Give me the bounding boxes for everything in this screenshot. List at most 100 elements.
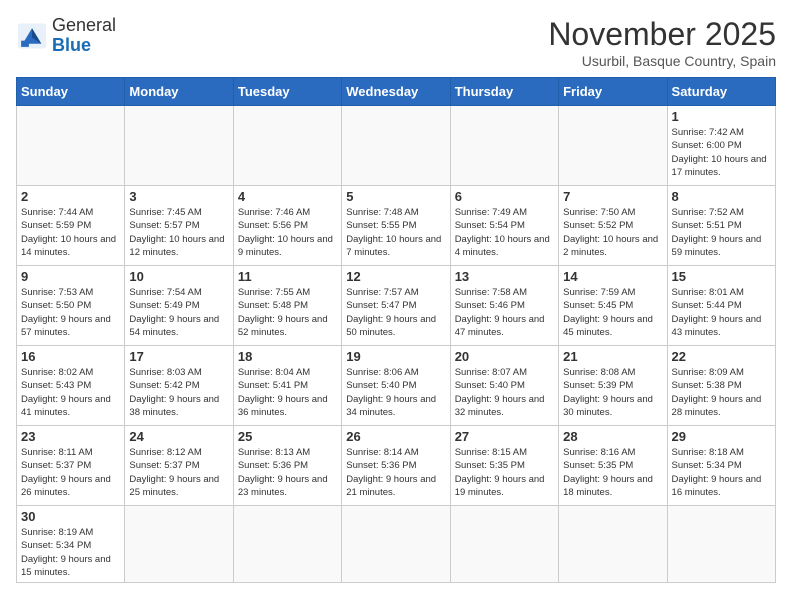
day-number: 7 [563,189,662,204]
day-info: Sunrise: 7:58 AM Sunset: 5:46 PM Dayligh… [455,286,554,339]
day-number: 22 [672,349,771,364]
calendar-cell: 26 Sunrise: 8:14 AM Sunset: 5:36 PM Dayli… [342,426,450,506]
day-number: 29 [672,429,771,444]
day-info: Sunrise: 8:14 AM Sunset: 5:36 PM Dayligh… [346,446,445,499]
day-info: Sunrise: 8:09 AM Sunset: 5:38 PM Dayligh… [672,366,771,419]
day-info: Sunrise: 7:52 AM Sunset: 5:51 PM Dayligh… [672,206,771,259]
day-info: Sunrise: 7:48 AM Sunset: 5:55 PM Dayligh… [346,206,445,259]
calendar-cell: 19Sunrise: 8:06 AM Sunset: 5:40 PM Dayli… [342,346,450,426]
col-thursday: Thursday [450,78,558,106]
day-info: Sunrise: 7:57 AM Sunset: 5:47 PM Dayligh… [346,286,445,339]
month-title: November 2025 [548,16,776,53]
calendar-cell: 13Sunrise: 7:58 AM Sunset: 5:46 PM Dayli… [450,266,558,346]
day-info: Sunrise: 8:15 AM Sunset: 5:35 PM Dayligh… [455,446,554,499]
day-info: Sunrise: 7:55 AM Sunset: 5:48 PM Dayligh… [238,286,337,339]
calendar-cell [559,506,667,583]
calendar-cell [233,506,341,583]
day-info: Sunrise: 8:13 AM Sunset: 5:36 PM Dayligh… [238,446,337,499]
calendar-cell [342,506,450,583]
col-tuesday: Tuesday [233,78,341,106]
calendar-cell [125,106,233,186]
logo-text: General Blue [52,16,116,56]
day-number: 15 [672,269,771,284]
calendar-cell: 15 Sunrise: 8:01 AM Sunset: 5:44 PM Dayli… [667,266,775,346]
calendar-row-3: 9Sunrise: 7:53 AM Sunset: 5:50 PM Daylig… [17,266,776,346]
logo-icon [16,22,48,50]
calendar-cell: 17Sunrise: 8:03 AM Sunset: 5:42 PM Dayli… [125,346,233,426]
day-number: 8 [672,189,771,204]
day-number: 24 [129,429,228,444]
day-number: 2 [21,189,120,204]
location: Usurbil, Basque Country, Spain [548,53,776,69]
day-number: 17 [129,349,228,364]
calendar-cell [559,106,667,186]
calendar-row-1: 1Sunrise: 7:42 AM Sunset: 6:00 PM Daylig… [17,106,776,186]
calendar-cell: 23Sunrise: 8:11 AM Sunset: 5:37 PM Dayli… [17,426,125,506]
calendar-row-6: 30 Sunrise: 8:19 AM Sunset: 5:34 PM Dayli… [17,506,776,583]
day-info: Sunrise: 7:54 AM Sunset: 5:49 PM Dayligh… [129,286,228,339]
calendar-cell: 14 Sunrise: 7:59 AM Sunset: 5:45 PM Dayli… [559,266,667,346]
calendar-cell: 5Sunrise: 7:48 AM Sunset: 5:55 PM Daylig… [342,186,450,266]
day-number: 25 [238,429,337,444]
calendar-cell: 29 Sunrise: 8:18 AM Sunset: 5:34 PM Dayli… [667,426,775,506]
calendar-cell [450,506,558,583]
day-info: Sunrise: 7:44 AM Sunset: 5:59 PM Dayligh… [21,206,120,259]
day-number: 20 [455,349,554,364]
day-info: Sunrise: 8:08 AM Sunset: 5:39 PM Dayligh… [563,366,662,419]
day-info: Sunrise: 8:04 AM Sunset: 5:41 PM Dayligh… [238,366,337,419]
calendar-cell: 1Sunrise: 7:42 AM Sunset: 6:00 PM Daylig… [667,106,775,186]
title-block: November 2025 Usurbil, Basque Country, S… [548,16,776,69]
day-info: Sunrise: 7:45 AM Sunset: 5:57 PM Dayligh… [129,206,228,259]
calendar-cell: 22 Sunrise: 8:09 AM Sunset: 5:38 PM Dayli… [667,346,775,426]
calendar-cell: 10 Sunrise: 7:54 AM Sunset: 5:49 PM Dayli… [125,266,233,346]
col-saturday: Saturday [667,78,775,106]
calendar-row-2: 2 Sunrise: 7:44 AM Sunset: 5:59 PM Daylig… [17,186,776,266]
logo: General Blue [16,16,116,56]
day-info: Sunrise: 8:19 AM Sunset: 5:34 PM Dayligh… [21,526,120,579]
calendar-cell: 21Sunrise: 8:08 AM Sunset: 5:39 PM Dayli… [559,346,667,426]
day-info: Sunrise: 8:18 AM Sunset: 5:34 PM Dayligh… [672,446,771,499]
calendar-cell: 30 Sunrise: 8:19 AM Sunset: 5:34 PM Dayli… [17,506,125,583]
day-info: Sunrise: 7:59 AM Sunset: 5:45 PM Dayligh… [563,286,662,339]
calendar-cell [450,106,558,186]
day-number: 12 [346,269,445,284]
calendar-cell: 8 Sunrise: 7:52 AM Sunset: 5:51 PM Daylig… [667,186,775,266]
calendar-header-row: Sunday Monday Tuesday Wednesday Thursday… [17,78,776,106]
calendar-cell: 4Sunrise: 7:46 AM Sunset: 5:56 PM Daylig… [233,186,341,266]
calendar-cell [17,106,125,186]
calendar-cell [233,106,341,186]
calendar-cell: 28Sunrise: 8:16 AM Sunset: 5:35 PM Dayli… [559,426,667,506]
day-info: Sunrise: 8:01 AM Sunset: 5:44 PM Dayligh… [672,286,771,339]
day-number: 10 [129,269,228,284]
calendar-cell [342,106,450,186]
day-number: 18 [238,349,337,364]
col-monday: Monday [125,78,233,106]
day-number: 6 [455,189,554,204]
calendar-cell: 27 Sunrise: 8:15 AM Sunset: 5:35 PM Dayli… [450,426,558,506]
day-number: 23 [21,429,120,444]
day-number: 14 [563,269,662,284]
calendar-cell: 6 Sunrise: 7:49 AM Sunset: 5:54 PM Daylig… [450,186,558,266]
calendar-cell: 18 Sunrise: 8:04 AM Sunset: 5:41 PM Dayli… [233,346,341,426]
day-info: Sunrise: 8:07 AM Sunset: 5:40 PM Dayligh… [455,366,554,419]
calendar-cell [125,506,233,583]
day-number: 26 [346,429,445,444]
day-number: 27 [455,429,554,444]
calendar-cell [667,506,775,583]
calendar-cell: 9Sunrise: 7:53 AM Sunset: 5:50 PM Daylig… [17,266,125,346]
day-number: 30 [21,509,120,524]
day-number: 16 [21,349,120,364]
calendar-cell: 7Sunrise: 7:50 AM Sunset: 5:52 PM Daylig… [559,186,667,266]
calendar-cell: 12 Sunrise: 7:57 AM Sunset: 5:47 PM Dayli… [342,266,450,346]
day-info: Sunrise: 7:42 AM Sunset: 6:00 PM Dayligh… [672,126,771,179]
day-number: 3 [129,189,228,204]
calendar-cell: 20 Sunrise: 8:07 AM Sunset: 5:40 PM Dayli… [450,346,558,426]
col-sunday: Sunday [17,78,125,106]
day-info: Sunrise: 7:53 AM Sunset: 5:50 PM Dayligh… [21,286,120,339]
day-number: 11 [238,269,337,284]
calendar-cell: 11 Sunrise: 7:55 AM Sunset: 5:48 PM Dayli… [233,266,341,346]
day-info: Sunrise: 7:49 AM Sunset: 5:54 PM Dayligh… [455,206,554,259]
day-info: Sunrise: 7:46 AM Sunset: 5:56 PM Dayligh… [238,206,337,259]
col-friday: Friday [559,78,667,106]
day-number: 19 [346,349,445,364]
